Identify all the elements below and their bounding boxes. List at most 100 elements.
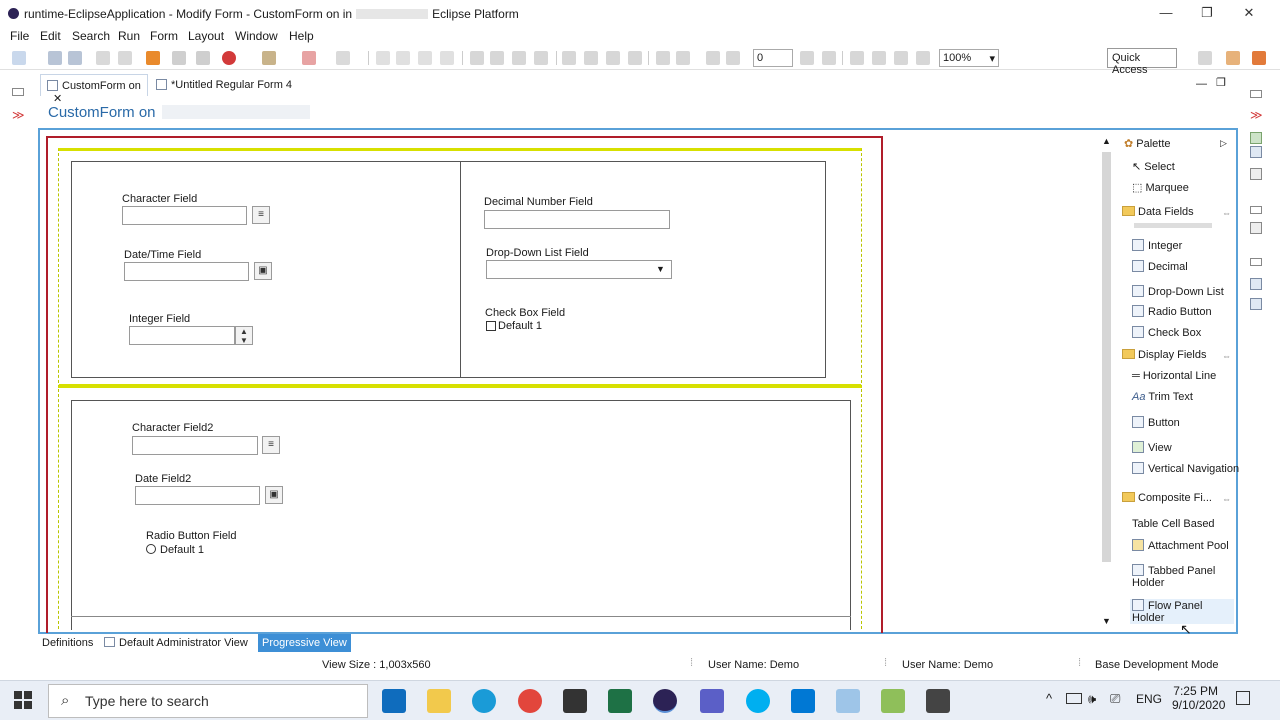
space-v-icon[interactable] bbox=[726, 51, 740, 65]
decimal-field-input[interactable] bbox=[484, 210, 670, 229]
palette-radio-button[interactable]: Radio Button bbox=[1132, 305, 1212, 318]
palette-view[interactable]: View bbox=[1132, 441, 1172, 454]
palette-attachment-pool[interactable]: Attachment Pool bbox=[1132, 539, 1229, 552]
restore-icon[interactable] bbox=[12, 88, 24, 96]
tab-definitions[interactable]: Definitions bbox=[42, 637, 93, 649]
checkbox[interactable] bbox=[486, 321, 496, 331]
ruler-icon[interactable] bbox=[822, 51, 836, 65]
calendar-icon[interactable]: ▣ bbox=[265, 486, 283, 504]
maximize-editor-icon[interactable]: ❐ bbox=[1216, 76, 1226, 89]
scroll-down-icon[interactable]: ▼ bbox=[1102, 616, 1111, 626]
palette-vertical-navigation[interactable]: Vertical Navigation bbox=[1132, 462, 1239, 475]
send-back-icon[interactable] bbox=[916, 51, 930, 65]
radio-button[interactable] bbox=[146, 544, 156, 554]
restore-icon[interactable] bbox=[1250, 258, 1262, 266]
palette-tabbed-panel-holder[interactable]: Tabbed Panel Holder bbox=[1132, 564, 1228, 589]
undo-icon[interactable] bbox=[376, 51, 390, 65]
export-icon[interactable] bbox=[146, 51, 160, 65]
calendar-icon[interactable]: ▣ bbox=[254, 262, 272, 280]
edge-icon[interactable] bbox=[472, 689, 496, 713]
distribute-h-icon[interactable] bbox=[656, 51, 670, 65]
notepad-icon[interactable] bbox=[881, 689, 905, 713]
dropdown-field-select[interactable] bbox=[486, 260, 672, 279]
align-left-icon[interactable] bbox=[470, 51, 484, 65]
battery-icon[interactable] bbox=[1066, 693, 1082, 704]
palette-button[interactable]: Button bbox=[1132, 416, 1180, 429]
palette-dropdown-list[interactable]: Drop-Down List bbox=[1132, 285, 1224, 298]
menu-form[interactable]: Form bbox=[150, 29, 178, 43]
windows-start-icon[interactable] bbox=[14, 691, 32, 709]
match-height-icon[interactable] bbox=[628, 51, 642, 65]
copy-icon[interactable] bbox=[418, 51, 432, 65]
network-icon[interactable]: ⎚ bbox=[1110, 691, 1120, 707]
restore-icon[interactable] bbox=[1250, 206, 1262, 214]
align-center-icon[interactable] bbox=[490, 51, 504, 65]
menu-edit[interactable]: Edit bbox=[40, 29, 61, 43]
menu-lines-icon[interactable]: ≡ bbox=[252, 206, 270, 224]
stepper-icon[interactable]: ▲ ▼ bbox=[235, 326, 253, 345]
tab-customform[interactable]: CustomForm on ✕ bbox=[40, 74, 148, 105]
palette-decimal[interactable]: Decimal bbox=[1132, 260, 1188, 273]
align-top-icon[interactable] bbox=[534, 51, 548, 65]
form-view-icon[interactable]: ≫ bbox=[12, 108, 25, 122]
align-bottom-icon[interactable] bbox=[584, 51, 598, 65]
grid-icon[interactable] bbox=[800, 51, 814, 65]
group-icon[interactable] bbox=[850, 51, 864, 65]
clock[interactable]: 7:25 PM 9/10/2020 bbox=[1172, 684, 1225, 712]
volume-icon[interactable]: 🕪 bbox=[1088, 691, 1096, 707]
character-field2-input[interactable] bbox=[132, 436, 258, 455]
excel-icon[interactable] bbox=[608, 689, 632, 713]
menu-search[interactable]: Search bbox=[72, 29, 110, 43]
align-middle-icon[interactable] bbox=[562, 51, 576, 65]
palette-marquee[interactable]: ⬚ Marquee bbox=[1132, 181, 1189, 194]
import-icon[interactable] bbox=[118, 51, 132, 65]
palette-group-composite[interactable]: Composite Fi... bbox=[1122, 492, 1212, 504]
space-h-icon[interactable] bbox=[706, 51, 720, 65]
perspective-icon[interactable] bbox=[1226, 51, 1240, 65]
back-arrow-icon[interactable] bbox=[302, 51, 316, 65]
palette-table-cell-based[interactable]: Table Cell Based bbox=[1132, 518, 1215, 530]
open-perspective-icon[interactable] bbox=[1198, 51, 1212, 65]
tree-icon[interactable] bbox=[1250, 278, 1262, 290]
menu-help[interactable]: Help bbox=[289, 29, 314, 43]
date-field2-input[interactable] bbox=[135, 486, 260, 505]
new-icon[interactable] bbox=[12, 51, 26, 65]
quick-access-field[interactable]: Quick Access bbox=[1107, 48, 1177, 76]
redo-icon[interactable] bbox=[396, 51, 410, 65]
character-field-input[interactable] bbox=[122, 206, 247, 225]
terminal-icon[interactable] bbox=[926, 689, 950, 713]
chevron-up-icon[interactable]: ^ bbox=[1046, 691, 1052, 706]
app-icon[interactable] bbox=[836, 689, 860, 713]
pin-icon[interactable]: ⇔ bbox=[1222, 208, 1231, 218]
menu-layout[interactable]: Layout bbox=[188, 29, 224, 43]
brush-icon[interactable] bbox=[262, 51, 276, 65]
palette-expand-icon[interactable]: ▷ bbox=[1220, 138, 1227, 149]
vscode-icon[interactable] bbox=[791, 689, 815, 713]
app-icon[interactable] bbox=[563, 689, 587, 713]
list-icon[interactable] bbox=[1250, 298, 1262, 310]
menu-file[interactable]: File bbox=[10, 29, 29, 43]
palette-group-display-fields[interactable]: Display Fields bbox=[1122, 349, 1206, 361]
run-icon[interactable] bbox=[222, 51, 236, 65]
eclipse-icon[interactable] bbox=[653, 689, 677, 713]
tab-untitled-form[interactable]: *Untitled Regular Form 4 bbox=[150, 74, 300, 96]
close-button[interactable]: ✕ bbox=[1238, 4, 1260, 22]
find-icon[interactable] bbox=[196, 51, 210, 65]
document-icon[interactable] bbox=[1250, 168, 1262, 180]
tab-default-admin-view[interactable]: Default Administrator View bbox=[104, 637, 248, 649]
skype-icon[interactable] bbox=[746, 689, 770, 713]
maximize-button[interactable]: ❐ bbox=[1196, 4, 1218, 22]
file-explorer-icon[interactable] bbox=[427, 689, 451, 713]
outlook-icon[interactable] bbox=[382, 689, 406, 713]
minimize-button[interactable]: — bbox=[1155, 4, 1177, 22]
palette-check-box[interactable]: Check Box bbox=[1132, 326, 1201, 339]
lower-panel[interactable] bbox=[71, 400, 851, 630]
chart-icon[interactable] bbox=[96, 51, 110, 65]
outline-icon[interactable] bbox=[1250, 132, 1262, 144]
ungroup-icon[interactable] bbox=[872, 51, 886, 65]
datetime-field-input[interactable] bbox=[124, 262, 249, 281]
minimize-editor-icon[interactable]: — bbox=[1196, 78, 1207, 90]
integer-field-input[interactable] bbox=[129, 326, 235, 345]
restore-icon[interactable] bbox=[1250, 90, 1262, 98]
forward-arrow-icon[interactable] bbox=[336, 51, 350, 65]
